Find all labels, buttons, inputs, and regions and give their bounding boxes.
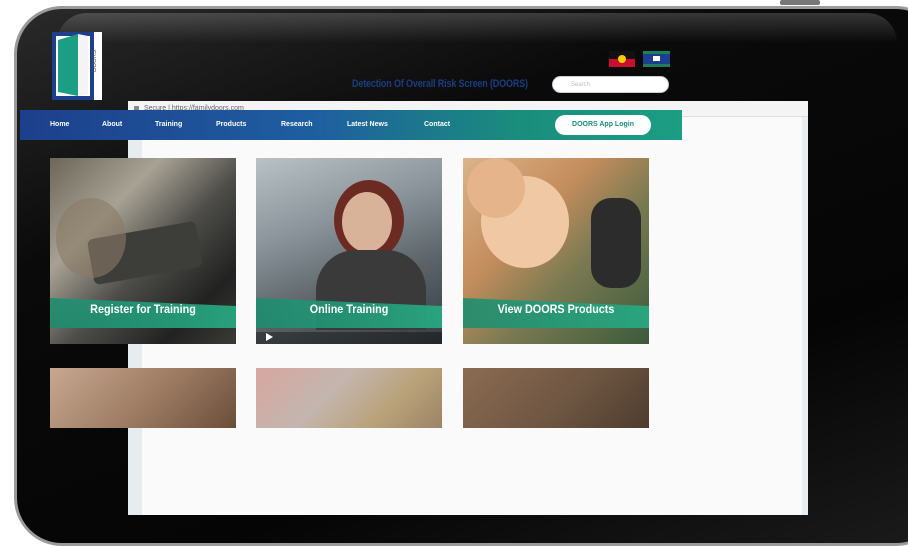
nav-item-latest-news[interactable]: Latest News (347, 110, 388, 140)
tile-register-training[interactable]: Register for Training (50, 158, 236, 344)
adult-figure (591, 198, 641, 288)
aboriginal-flag-icon (609, 51, 635, 67)
person-image (56, 198, 126, 278)
play-icon[interactable] (266, 333, 273, 341)
nav-item-training[interactable]: Training (155, 110, 182, 140)
nav-item-home[interactable]: Home (50, 110, 69, 140)
search-placeholder: Search (571, 82, 591, 88)
second-child (467, 158, 525, 218)
nav-item-research[interactable]: Research (281, 110, 313, 140)
video-controls[interactable] (256, 332, 442, 344)
tablet-power-button (780, 0, 820, 5)
nav-item-contact[interactable]: Contact (424, 110, 450, 140)
torres-strait-flag-icon (643, 51, 670, 67)
tile-label: Register for Training (90, 302, 196, 316)
main-nav: Home About Training Products Research La… (20, 110, 682, 140)
tile-bottom-left[interactable] (50, 368, 236, 428)
nav-item-about[interactable]: About (102, 110, 122, 140)
tile-label: View DOORS Products (497, 302, 615, 316)
site-title: Detection Of Overall Risk Screen (DOORS) (352, 78, 528, 90)
presenter-face (342, 192, 392, 252)
tablet-sheen (57, 13, 897, 43)
tile-bottom-middle[interactable] (256, 368, 442, 428)
tile-online-training[interactable]: Online Training (256, 158, 442, 344)
nav-item-products[interactable]: Products (216, 110, 246, 140)
tile-view-products[interactable]: View DOORS Products (463, 158, 649, 344)
tile-bottom-right[interactable] (463, 368, 649, 428)
app-login-button[interactable]: DOORS App Login (555, 115, 651, 135)
search-input[interactable]: Search (552, 76, 669, 93)
tile-label: Online Training (309, 302, 389, 316)
doors-logo[interactable]: DOORS (52, 32, 102, 100)
page-right-gutter (802, 117, 808, 515)
logo-text: DOORS (92, 50, 98, 72)
